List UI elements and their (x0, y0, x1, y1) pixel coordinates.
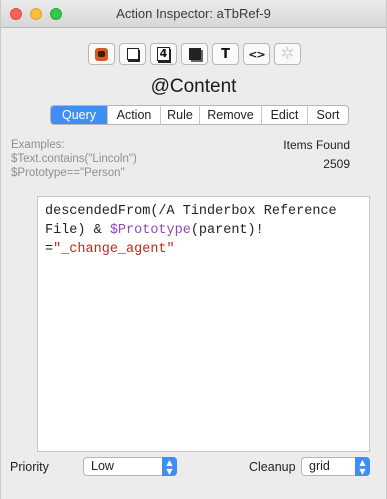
dark-note-tool-button[interactable] (181, 43, 208, 65)
priority-value: Low (91, 459, 114, 473)
tab-edict[interactable]: Edict (262, 106, 308, 124)
query-string-literal: "_change_agent" (53, 242, 175, 257)
items-found-count: 2509 (323, 157, 350, 171)
example-line: $Prototype=="Person" (11, 167, 125, 179)
query-attribute: $Prototype (109, 223, 191, 238)
tab-action[interactable]: Action (108, 106, 161, 124)
query-examples: Examples: $Text.contains("Lincoln") $Pro… (11, 138, 137, 180)
app-badge-tool-button[interactable] (88, 43, 115, 65)
priority-popup[interactable]: Low ▲ ▼ (83, 457, 177, 476)
query-editor[interactable]: descendedFrom(/A Tinderbox Reference Fil… (37, 196, 370, 452)
note-tool-button[interactable] (119, 43, 146, 65)
action-inspector-window: Action Inspector: aTbRef-9 4 T <> ✲ @Con… (0, 0, 387, 499)
text-icon: T (221, 46, 230, 62)
window-title: Action Inspector: aTbRef-9 (116, 6, 271, 21)
items-found-label: Items Found (283, 138, 350, 152)
number-tool-button[interactable]: 4 (150, 43, 177, 65)
gear-icon: ✲ (280, 44, 295, 64)
text-tool-button[interactable]: T (212, 43, 239, 65)
priority-label: Priority (10, 460, 49, 474)
examples-heading: Examples: (11, 139, 65, 151)
title-bar: Action Inspector: aTbRef-9 (1, 0, 386, 28)
section-title: @Content (150, 76, 237, 97)
app-badge-icon (95, 47, 108, 61)
popup-arrows-icon: ▲ ▼ (355, 457, 370, 476)
dark-note-icon (188, 48, 201, 60)
cleanup-label: Cleanup (249, 460, 296, 474)
inspector-toolbar: 4 T <> ✲ (88, 43, 301, 67)
tab-remove[interactable]: Remove (200, 106, 262, 124)
cleanup-popup[interactable]: grid ▲ ▼ (301, 457, 370, 476)
tab-rule[interactable]: Rule (161, 106, 200, 124)
action-tool-button[interactable]: ✲ (274, 43, 301, 65)
code-tool-button[interactable]: <> (243, 43, 270, 65)
tab-sort[interactable]: Sort (308, 106, 348, 124)
tab-query[interactable]: Query (51, 106, 108, 124)
note-square-icon (126, 48, 139, 60)
popup-arrows-icon: ▲ ▼ (162, 457, 177, 476)
inspector-tabs: Query Action Rule Remove Edict Sort (50, 105, 349, 125)
number-4-icon: 4 (156, 47, 171, 61)
items-found: Items Found 2509 (283, 138, 350, 171)
example-line: $Text.contains("Lincoln") (11, 153, 137, 165)
cleanup-value: grid (309, 459, 330, 473)
code-icon: <> (248, 47, 265, 61)
